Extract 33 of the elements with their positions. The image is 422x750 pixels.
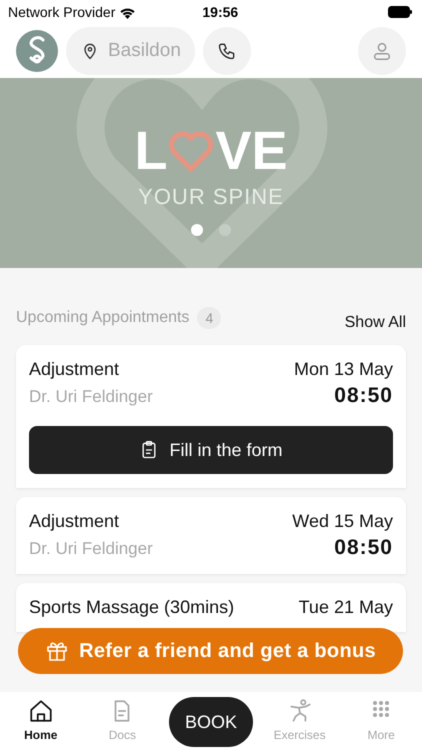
appointment-card[interactable]: Sports Massage (30mins) Tue 21 May (16, 583, 406, 632)
show-all-link[interactable]: Show All (344, 314, 406, 332)
phone-icon (216, 41, 237, 61)
appointment-count: 4 (197, 307, 222, 329)
appointment-date: Wed 15 May (292, 511, 393, 532)
profile-button[interactable] (358, 27, 406, 75)
section-title: Upcoming Appointments (16, 309, 190, 327)
appointment-time: 08:50 (334, 384, 393, 408)
wifi-icon (119, 6, 136, 18)
home-icon (28, 698, 54, 724)
banner-word: VE (215, 124, 288, 178)
fill-form-button[interactable]: Fill in the form (29, 426, 393, 474)
banner-letter: L (134, 124, 168, 178)
appointment-date: Tue 21 May (298, 597, 393, 618)
carousel-dot[interactable] (190, 224, 203, 236)
practitioner-name: Dr. Uri Feldinger (29, 539, 153, 559)
service-name: Adjustment (29, 511, 120, 532)
appointment-time: 08:50 (334, 536, 393, 560)
status-time: 19:56 (202, 4, 240, 20)
battery-icon (388, 6, 412, 18)
app-logo (16, 30, 58, 72)
service-name: Sports Massage (30mins) (29, 597, 234, 618)
appointment-date: Mon 13 May (294, 359, 393, 380)
appointment-card[interactable]: Adjustment Wed 15 May Dr. Uri Feldinger 08:50 (16, 497, 406, 574)
appointment-card[interactable]: Adjustment Mon 13 May Dr. Uri Feldinger 08:50 Fill in the form (16, 345, 406, 488)
service-name: Adjustment (29, 359, 120, 380)
banner-subtitle: YOUR SPINE (138, 184, 284, 210)
tab-item[interactable]: Home (6, 698, 76, 742)
book-button[interactable]: BOOK (168, 697, 253, 747)
heart-icon (167, 129, 216, 173)
carrier-name: Network Provider (8, 4, 116, 20)
person-icon (371, 40, 393, 62)
practitioner-name: Dr. Uri Feldinger (29, 387, 153, 407)
